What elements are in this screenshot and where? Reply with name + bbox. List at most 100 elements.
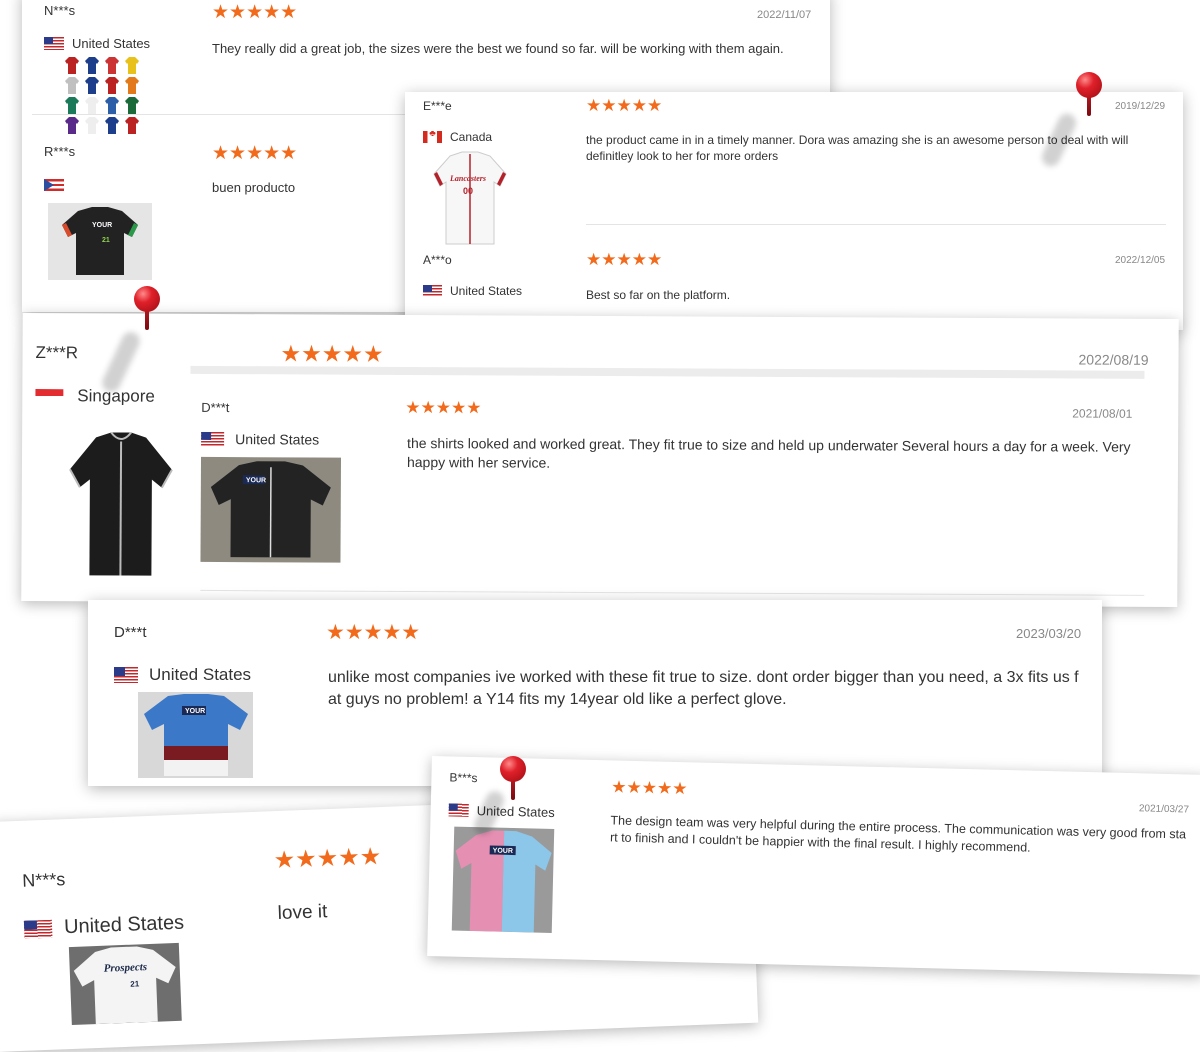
reviewer-country: Singapore — [35, 387, 155, 406]
reviewer-country: United States — [201, 431, 319, 448]
divider — [586, 224, 1166, 225]
push-pin-icon — [1076, 72, 1102, 122]
jersey-number-text: 00 — [463, 186, 473, 196]
star-rating: ★★★★★ — [212, 3, 297, 22]
review-date: 2022/12/05 — [1115, 255, 1165, 266]
reviewer-country: Canada — [423, 130, 492, 144]
review-date: 2021/08/01 — [1072, 406, 1132, 420]
jersey-thumbnail — [65, 97, 79, 114]
review-photo[interactable]: Lancasters 00 — [430, 150, 510, 248]
reviewer-country: United States — [44, 36, 150, 51]
flag-us-icon — [423, 285, 442, 297]
review-date: 2022/11/07 — [757, 9, 811, 21]
flag-us-icon — [24, 919, 53, 938]
jersey-logo-text: YOUR — [493, 848, 513, 855]
jersey-thumbnail — [105, 117, 119, 134]
reviewer-name: A***o — [423, 253, 452, 267]
country-label: United States — [450, 284, 522, 298]
reviewer-name: R***s — [44, 144, 75, 159]
reviewer-name: B***s — [449, 770, 477, 785]
review-photo[interactable]: YOUR 21 — [48, 203, 152, 280]
reviewer-name: N***s — [44, 3, 75, 18]
review-photo[interactable] — [65, 429, 176, 580]
country-label: United States — [235, 431, 319, 447]
reviewer-country: United States — [114, 665, 251, 685]
review-card-6: B***s ★★★★★ 2021/03/27 United States The… — [427, 756, 1200, 975]
review-text: the shirts looked and worked great. They… — [407, 434, 1132, 476]
reviewer-name: N***s — [22, 869, 66, 892]
jersey-thumbnail — [125, 117, 139, 134]
jersey-thumbnail — [65, 57, 79, 74]
review-text: They really did a great job, the sizes w… — [212, 40, 812, 58]
review-photo[interactable]: Prospects 21 — [69, 943, 182, 1025]
review-date: 2022/08/19 — [1078, 352, 1148, 368]
flag-ca-icon — [423, 131, 442, 143]
review-text: buen producto — [212, 179, 295, 197]
blue-jersey-image: YOUR — [138, 692, 253, 778]
jersey-number-text: 21 — [130, 979, 140, 988]
country-label: United States — [64, 912, 185, 940]
jersey-logo-text: YOUR — [246, 477, 266, 484]
review-photo[interactable] — [62, 55, 142, 135]
review-photo[interactable]: YOUR — [138, 692, 253, 778]
jersey-thumbnail — [85, 117, 99, 134]
star-rating: ★★★★★ — [326, 622, 420, 643]
jersey-thumbnail — [105, 97, 119, 114]
country-label: Canada — [450, 130, 492, 144]
star-rating: ★★★★★ — [212, 144, 297, 163]
reviewer-country: United States — [423, 284, 522, 298]
country-label: United States — [72, 36, 150, 51]
flag-us-icon — [44, 37, 64, 50]
jersey-thumbnail — [65, 117, 79, 134]
star-rating: ★★★★★ — [611, 778, 688, 797]
header-bar — [190, 366, 1144, 379]
review-date: 2019/12/29 — [1115, 101, 1165, 112]
white-red-jersey-image: Lancasters 00 — [430, 150, 510, 248]
push-pin-icon — [500, 756, 526, 806]
jersey-thumbnail — [85, 57, 99, 74]
review-text: unlike most companies ive worked with th… — [328, 667, 1083, 710]
reviewer-country: United States — [24, 912, 185, 941]
jersey-logo-text: YOUR — [92, 222, 112, 229]
review-date: 2023/03/20 — [1016, 626, 1081, 641]
review-text: Best so far on the platform. — [586, 287, 730, 303]
flag-us-icon — [114, 667, 138, 683]
divider — [200, 590, 1144, 596]
reviewer-name: D***t — [201, 400, 229, 415]
white-jersey-image: Prospects 21 — [69, 943, 182, 1025]
star-rating: ★★★★★ — [280, 342, 383, 366]
jersey-script-text: Lancasters — [449, 174, 486, 183]
jersey-thumbnail — [105, 77, 119, 94]
jersey-thumbnail — [125, 97, 139, 114]
country-label: United States — [149, 665, 251, 685]
review-text: The design team was very helpful during … — [610, 812, 1189, 860]
reviewer-name: E***e — [423, 99, 452, 113]
review-photo[interactable]: YOUR — [452, 827, 555, 933]
black-jersey-image: YOUR — [200, 457, 341, 563]
flag-us-icon — [201, 432, 224, 446]
star-rating: ★★★★★ — [405, 399, 481, 416]
jersey-script-text: Prospects — [103, 961, 147, 975]
flag-pr-icon — [44, 179, 64, 191]
black-jersey-image: YOUR 21 — [48, 203, 152, 280]
pink-blue-jersey-image: YOUR — [452, 827, 555, 933]
jersey-thumbnail — [85, 97, 99, 114]
star-rating: ★★★★★ — [586, 97, 662, 114]
star-rating: ★★★★★ — [586, 251, 662, 268]
jersey-thumbnail — [105, 57, 119, 74]
jersey-logo-text: YOUR — [185, 708, 205, 715]
black-jersey-image — [65, 429, 176, 580]
review-photo[interactable]: YOUR — [200, 457, 341, 563]
review-text: the product came in in a timely manner. … — [586, 132, 1166, 164]
review-text: love it — [277, 899, 328, 927]
review-card-4: D***t ★★★★★ 2023/03/20 United States unl… — [88, 600, 1102, 786]
flag-us-icon — [449, 803, 469, 816]
jersey-grid-image — [62, 55, 142, 135]
review-card-3: Z***R ★★★★★ 2022/08/19 Singapore D***t ★… — [21, 313, 1178, 607]
jersey-thumbnail — [125, 57, 139, 74]
jersey-thumbnail — [85, 77, 99, 94]
star-rating: ★★★★★ — [273, 845, 381, 873]
jersey-thumbnail — [65, 77, 79, 94]
jersey-thumbnail — [125, 77, 139, 94]
jersey-number-text: 21 — [102, 237, 110, 244]
